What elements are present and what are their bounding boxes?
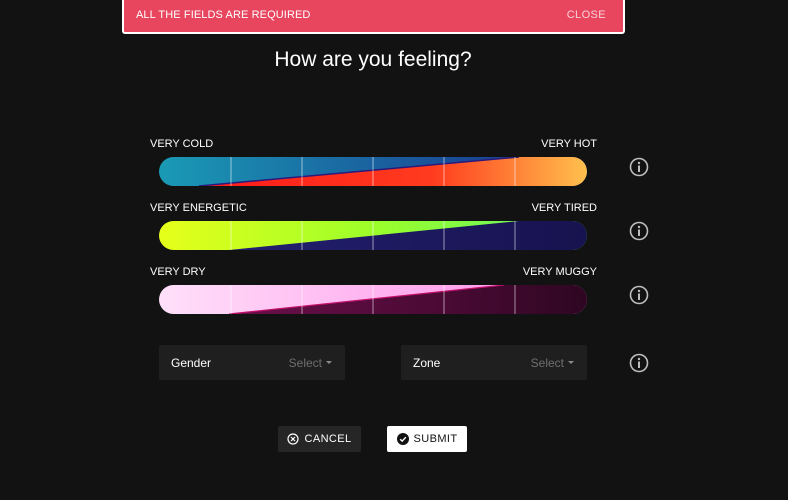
zone-select[interactable]: Zone Select <box>401 345 587 380</box>
caret-down-icon <box>326 361 332 364</box>
cancel-button[interactable]: CANCEL <box>278 426 361 452</box>
info-icon[interactable] <box>628 284 650 306</box>
slider-left-label: VERY DRY <box>150 266 206 278</box>
slider-right-label: VERY HOT <box>541 138 597 150</box>
gender-select-value: Select <box>289 356 332 370</box>
gender-select-label: Gender <box>171 355 212 370</box>
check-circle-icon <box>396 433 409 445</box>
temperature-slider[interactable] <box>159 157 587 186</box>
alert-message: ALL THE FIELDS ARE REQUIRED <box>136 9 311 21</box>
zone-select-value: Select <box>531 356 574 370</box>
caret-down-icon <box>568 361 574 364</box>
humidity-slider[interactable] <box>159 285 587 314</box>
cancel-icon <box>287 433 300 445</box>
gender-select-placeholder: Select <box>288 355 322 370</box>
gender-select[interactable]: Gender Select <box>159 345 345 380</box>
zone-select-label: Zone <box>413 355 441 370</box>
slider-right-label: VERY TIRED <box>531 202 597 214</box>
info-icon[interactable] <box>628 220 650 242</box>
submit-button[interactable]: SUBMIT <box>387 426 467 452</box>
energy-slider[interactable] <box>159 221 587 250</box>
energy-slider-group: VERY ENERGETIC VERY TIRED <box>150 202 650 250</box>
humidity-slider-group: VERY DRY VERY MUGGY <box>150 266 650 314</box>
error-alert: ALL THE FIELDS ARE REQUIRED CLOSE <box>122 0 625 34</box>
slider-left-label: VERY COLD <box>150 138 214 150</box>
alert-close-button[interactable]: CLOSE <box>567 9 606 21</box>
info-icon[interactable] <box>628 156 650 178</box>
submit-label: SUBMIT <box>413 433 458 445</box>
temperature-slider-group: VERY COLD VERY HOT <box>150 138 650 186</box>
slider-left-label: VERY ENERGETIC <box>150 202 247 214</box>
info-icon[interactable] <box>628 352 650 374</box>
slider-right-label: VERY MUGGY <box>522 266 597 278</box>
cancel-label: CANCEL <box>304 433 352 445</box>
page-title: How are you feeling? <box>274 48 472 71</box>
zone-select-placeholder: Select <box>530 355 564 370</box>
